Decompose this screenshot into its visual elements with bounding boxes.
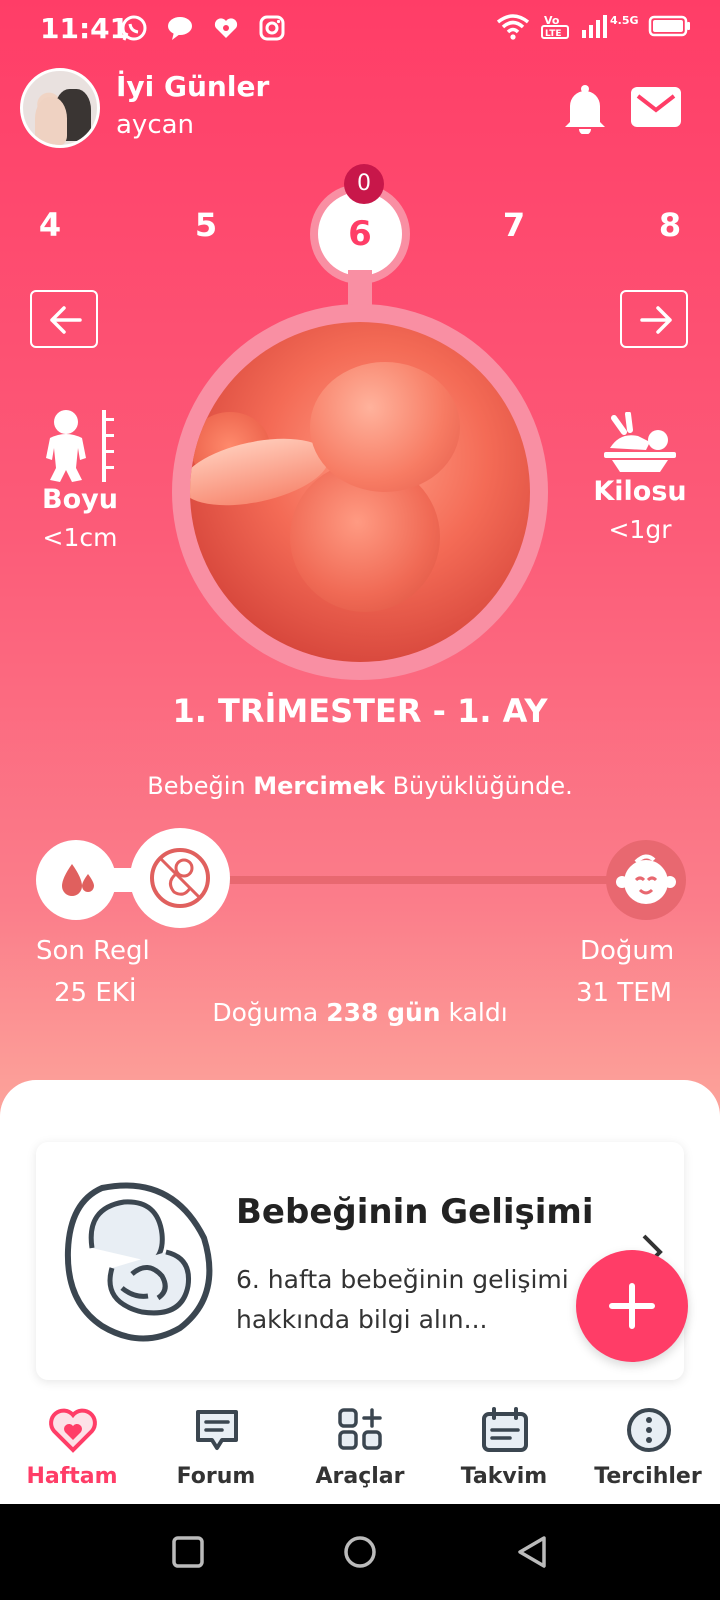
nav-takvim[interactable]: Takvim (432, 1392, 576, 1504)
week-item[interactable]: 5 (186, 206, 226, 244)
app-screen: 11:41 Vo LTE 4.5G İyi Günler aycan 4 5 6… (0, 0, 720, 1504)
period-marker[interactable] (36, 840, 116, 920)
nav-araclar[interactable]: Araçlar (288, 1392, 432, 1504)
current-week[interactable]: 6 (318, 192, 402, 276)
birth-marker[interactable] (606, 840, 686, 920)
arrow-left-icon (50, 306, 82, 334)
mail-icon[interactable] (630, 86, 682, 128)
instagram-icon (259, 15, 285, 41)
notification-icons (120, 14, 286, 42)
length-value: <1cm (42, 523, 118, 552)
birth-date: 31 TEM (576, 978, 673, 1008)
development-card[interactable]: Bebeğinin Gelişimi 6. hafta bebeğinin ge… (36, 1142, 684, 1380)
days-value: 238 gün (326, 998, 441, 1027)
previous-week-button[interactable] (30, 290, 98, 348)
signal-icon: 4.5G (582, 14, 638, 38)
weight-label: Kilosu (593, 476, 687, 507)
plus-icon (609, 1283, 655, 1329)
wifi-icon (496, 14, 530, 40)
current-progress-marker[interactable] (130, 828, 230, 928)
add-button[interactable] (576, 1250, 688, 1362)
last-period-label: Son Regl (36, 936, 150, 966)
days-suffix: kaldı (440, 998, 508, 1027)
week-item[interactable]: 8 (650, 206, 690, 244)
avatar-person-left (35, 97, 67, 145)
recents-icon[interactable] (170, 1534, 206, 1570)
baby-scale-icon (604, 412, 676, 472)
heart-icon (49, 1408, 97, 1453)
week-item[interactable]: 4 (30, 206, 70, 244)
week-badge: 0 (344, 164, 384, 204)
fetus-image[interactable] (190, 322, 530, 662)
nav-label: Tercihler (594, 1464, 702, 1489)
nav-tercihler[interactable]: Tercihler (576, 1392, 720, 1504)
message-icon (168, 17, 192, 40)
avatar[interactable] (20, 68, 100, 148)
nav-label: Haftam (26, 1464, 118, 1489)
grid-plus-icon (338, 1408, 382, 1450)
calendar-icon (482, 1407, 528, 1452)
chat-icon (196, 1410, 238, 1450)
nav-haftam[interactable]: Haftam (0, 1392, 144, 1504)
system-status-icons: Vo LTE 4.5G (496, 12, 692, 40)
fetus-progress-icon (150, 848, 210, 908)
week-item[interactable]: 7 (494, 206, 534, 244)
size-prefix: Bebeğin (147, 772, 254, 800)
nav-forum[interactable]: Forum (144, 1392, 288, 1504)
days-prefix: Doğuma (212, 998, 327, 1027)
baby-height-icon (46, 410, 114, 482)
birth-label: Doğum (580, 936, 675, 966)
card-title: Bebeğinin Gelişimi (236, 1192, 594, 1232)
arrow-right-icon (640, 306, 672, 334)
system-navigation-bar (0, 1504, 720, 1600)
status-bar: 11:41 Vo LTE 4.5G (0, 0, 720, 56)
greeting-text: İyi Günler (116, 70, 270, 103)
bottom-navigation: Haftam Forum Araçlar Takvim Tercihler (0, 1392, 720, 1504)
weight-value: <1gr (608, 515, 672, 544)
header: İyi Günler aycan (0, 64, 720, 152)
next-week-button[interactable] (620, 290, 688, 348)
svg-text:4.5G: 4.5G (610, 14, 638, 27)
more-icon (627, 1408, 671, 1452)
weight-stat: Kilosu <1gr (580, 412, 700, 544)
size-suffix: Büyüklüğünde. (384, 772, 573, 800)
nav-label: Araçlar (315, 1464, 405, 1489)
whatsapp-icon (121, 15, 147, 41)
days-remaining: Doğuma 238 gün kaldı (180, 998, 540, 1027)
battery-icon (648, 15, 690, 37)
nav-label: Forum (176, 1464, 256, 1489)
bell-icon[interactable] (562, 84, 608, 134)
username-text: aycan (116, 110, 195, 140)
home-icon[interactable] (342, 1534, 378, 1570)
length-label: Boyu (42, 484, 118, 515)
size-comparison: Bebeğin Mercimek Büyüklüğünde. (0, 772, 720, 800)
fetus-head (310, 362, 460, 492)
length-stat: Boyu <1cm (20, 408, 140, 552)
heart-app-icon (214, 18, 238, 38)
svg-text:Vo: Vo (544, 14, 560, 27)
fetus-outline-icon (64, 1182, 213, 1342)
trimester-title: 1. TRİMESTER - 1. AY (172, 692, 548, 730)
volte-icon: Vo LTE (541, 14, 569, 39)
size-fruit: Mercimek (253, 772, 385, 800)
status-time: 11:41 (40, 12, 130, 45)
nav-label: Takvim (460, 1464, 548, 1489)
card-description: 6. hafta bebeğinin gelişimi hakkında bil… (236, 1265, 569, 1334)
svg-text:LTE: LTE (545, 29, 562, 39)
baby-face-icon (616, 854, 676, 904)
last-period-date: 25 EKİ (54, 978, 137, 1008)
back-icon[interactable] (514, 1534, 550, 1570)
blood-drop-icon (62, 864, 94, 896)
